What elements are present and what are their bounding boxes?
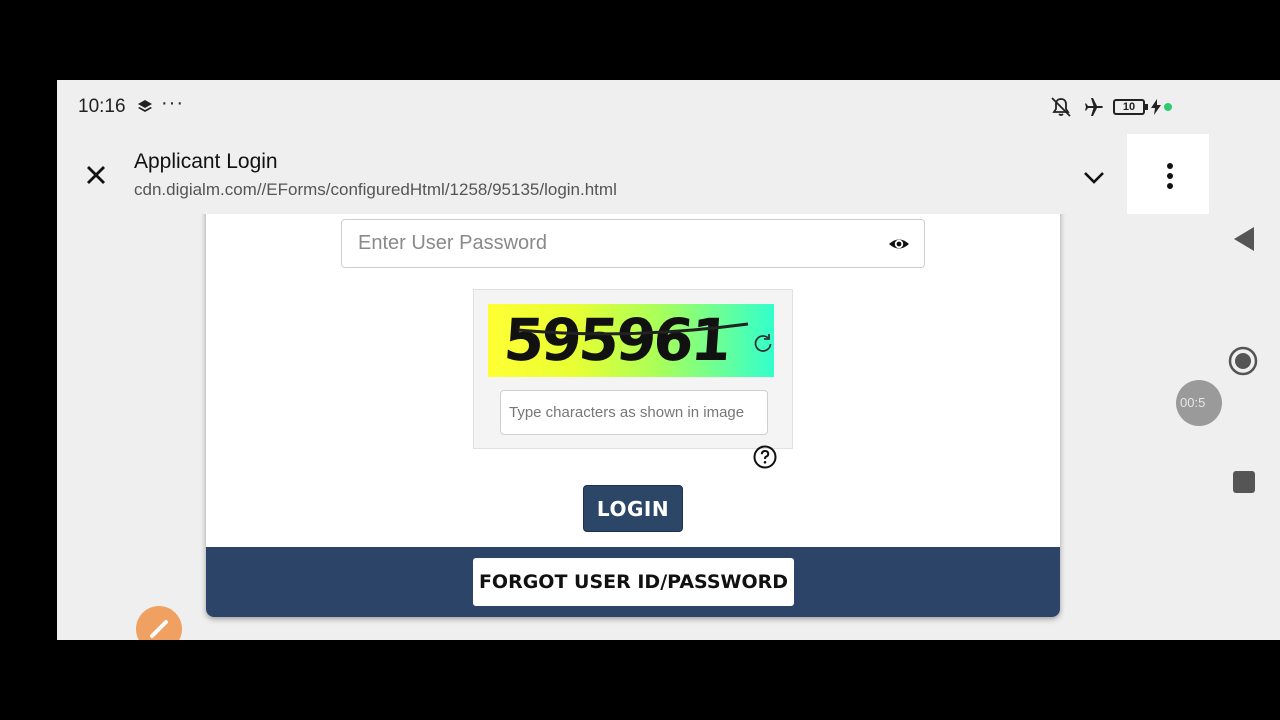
web-page: 595961 LOGIN FORGOT USER ID/ [57, 214, 1209, 640]
page-url[interactable]: cdn.digialm.com//EForms/configuredHtml/1… [134, 180, 617, 200]
login-card: 595961 LOGIN FORGOT USER ID/ [206, 214, 1060, 617]
system-icons: 10 [1047, 95, 1177, 119]
password-field [341, 219, 925, 268]
status-time: 10:16 [78, 96, 126, 117]
battery-cap [1145, 104, 1148, 110]
login-button[interactable]: LOGIN [583, 485, 683, 532]
brush-icon [150, 620, 168, 638]
screen-recorder-timer[interactable]: 00:5 [1176, 380, 1222, 426]
captcha-input[interactable] [500, 390, 768, 435]
captcha-image: 595961 [488, 304, 774, 377]
more-notifications-icon: ··· [161, 92, 184, 114]
phone-screen: 10:16 ··· 10 Applicant Login cdn.digialm… [57, 80, 1280, 640]
status-bar: 10:16 ··· 10 [57, 80, 1209, 134]
menu-area [1127, 134, 1209, 214]
home-nav-icon[interactable] [1227, 345, 1259, 377]
close-icon[interactable] [79, 158, 113, 192]
more-options-icon[interactable] [1157, 160, 1183, 192]
forgot-credentials-button[interactable]: FORGOT USER ID/PASSWORD [473, 558, 794, 606]
custom-tab-header: Applicant Login cdn.digialm.com//EForms/… [57, 134, 1127, 214]
charging-icon [1151, 99, 1161, 115]
layers-icon [138, 100, 152, 112]
chevron-down-icon[interactable] [1079, 162, 1109, 192]
refresh-icon[interactable] [752, 332, 774, 354]
airplane-mode-icon [1085, 98, 1103, 116]
back-nav-icon[interactable] [1232, 225, 1256, 253]
privacy-indicator-dot [1164, 103, 1172, 111]
edit-fab[interactable] [136, 606, 182, 640]
eye-icon[interactable] [888, 235, 910, 253]
recent-apps-nav-icon[interactable] [1233, 471, 1255, 493]
page-title: Applicant Login [134, 150, 278, 173]
captcha-noise-line [517, 322, 749, 336]
battery-icon: 10 [1113, 99, 1145, 115]
password-input[interactable] [358, 220, 878, 267]
vibrate-off-icon [1051, 97, 1071, 117]
captcha-box: 595961 [473, 289, 793, 449]
help-icon[interactable] [753, 445, 777, 469]
card-footer: FORGOT USER ID/PASSWORD [206, 547, 1060, 617]
